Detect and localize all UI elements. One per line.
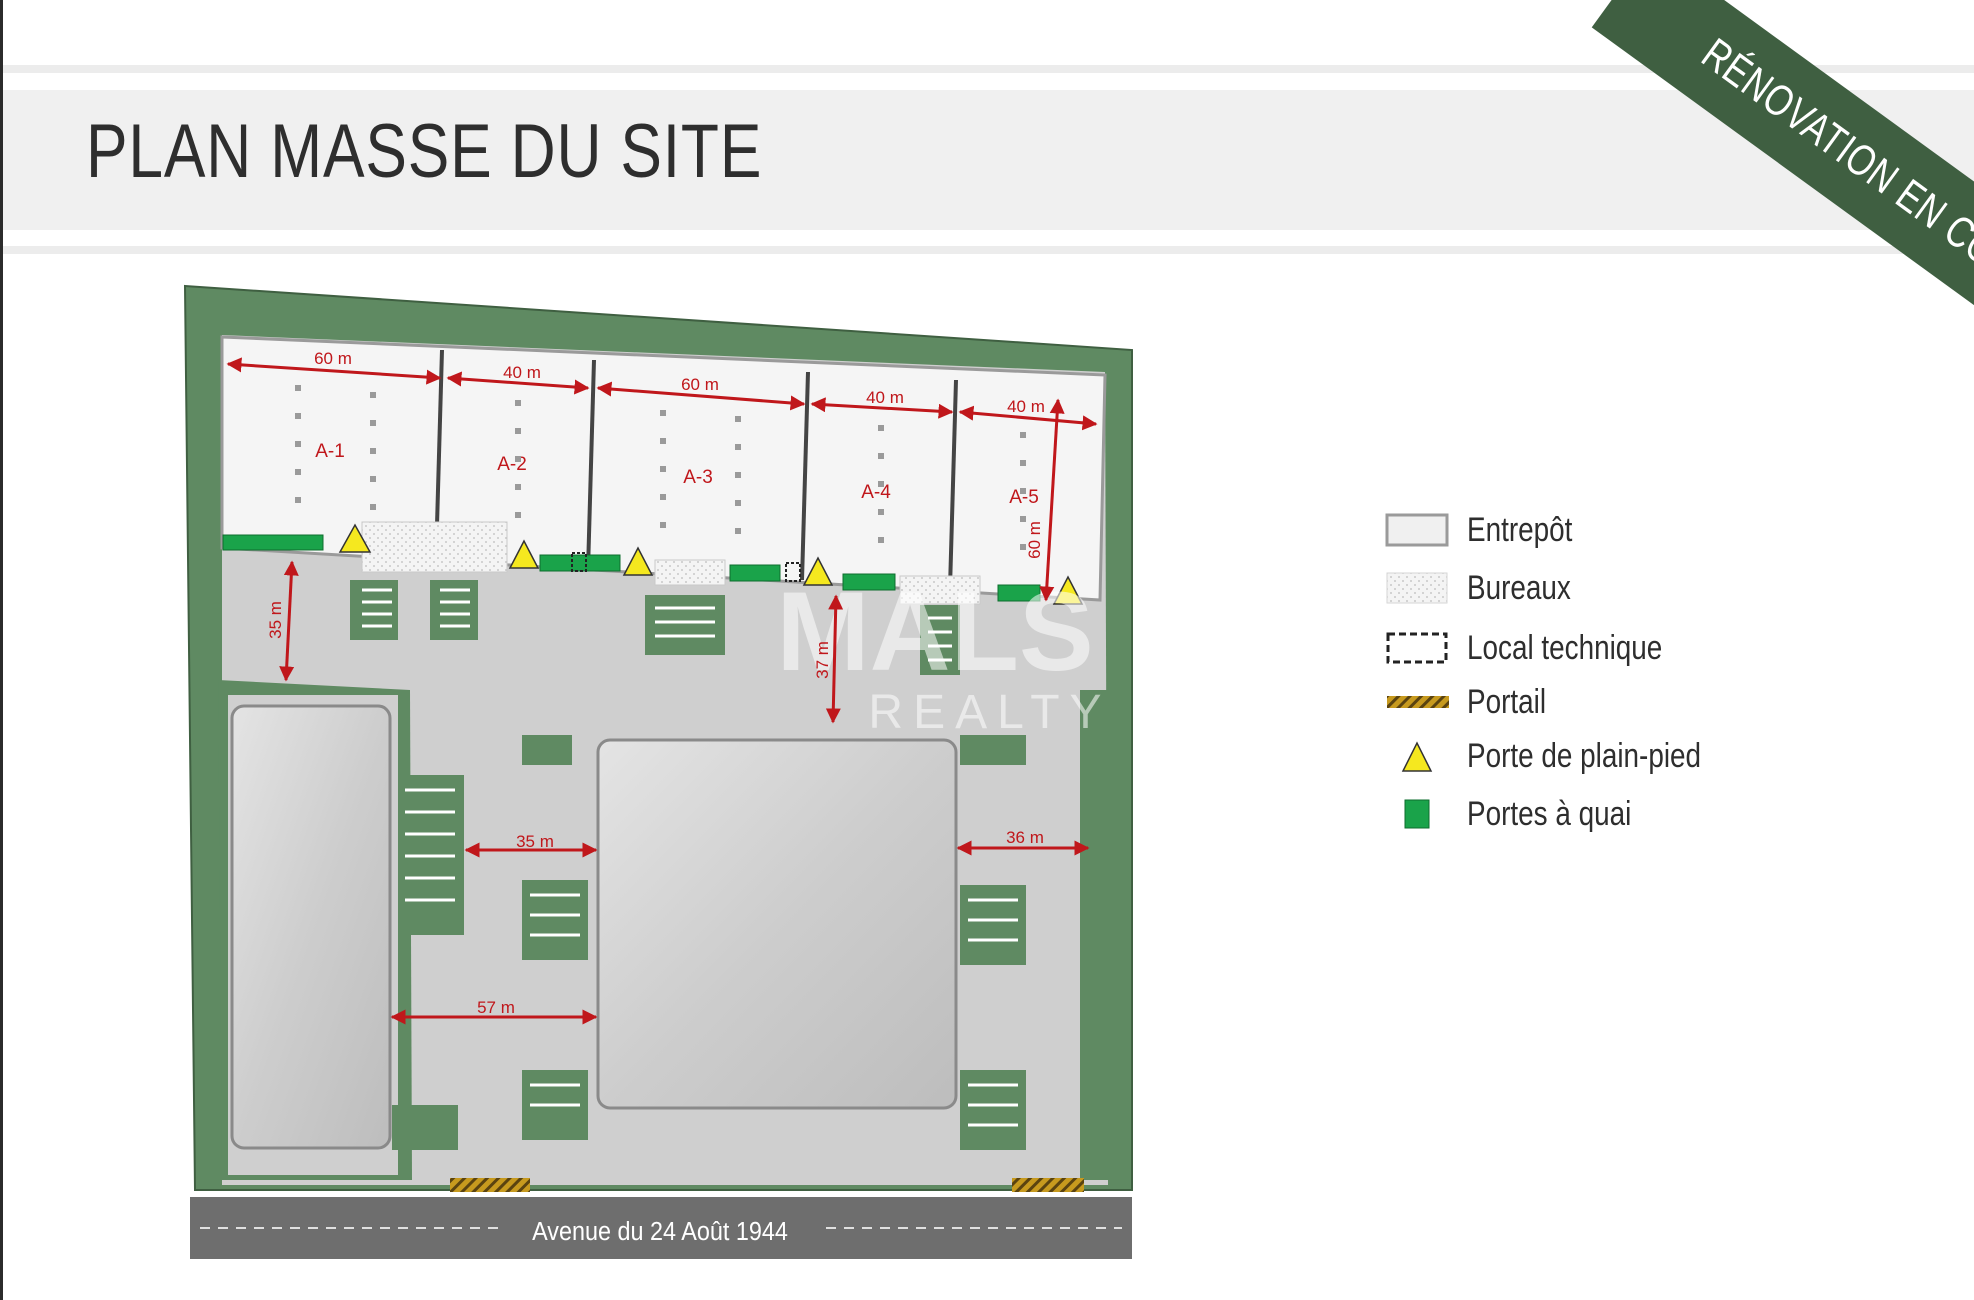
unit-label-a2: A-2 xyxy=(497,454,527,475)
legend-item-offices: Bureaux xyxy=(1385,568,1594,608)
dim-label-gap-right: 36 m xyxy=(1006,828,1044,847)
column-marker xyxy=(515,400,521,406)
dim-label-yard-center: 37 m xyxy=(813,641,832,679)
column-marker xyxy=(1020,432,1026,438)
gate xyxy=(1012,1178,1084,1192)
dim-label-a5-depth: 60 m xyxy=(1025,521,1044,559)
column-marker xyxy=(295,469,301,475)
dim-label-a4: 40 m xyxy=(866,388,904,407)
warehouse-center xyxy=(596,738,958,1110)
column-marker xyxy=(878,453,884,459)
column-marker xyxy=(660,466,666,472)
column-marker xyxy=(515,428,521,434)
dim-label-gap-between: 35 m xyxy=(516,832,554,851)
dim-label-yard-left: 35 m xyxy=(266,601,285,639)
right-green-strip xyxy=(1080,690,1108,1180)
dim-label-a2: 40 m xyxy=(503,363,541,382)
gate-swatch-icon xyxy=(1385,682,1457,722)
column-marker xyxy=(878,481,884,487)
dim-label-gap-bottom: 57 m xyxy=(477,998,515,1017)
unit-label-a3: A-3 xyxy=(683,467,713,488)
column-marker xyxy=(295,385,301,391)
technical-room-swatch-icon xyxy=(1385,628,1457,668)
legend-item-loading-dock: Portes à quai xyxy=(1385,794,1667,834)
column-marker xyxy=(370,448,376,454)
dim-label-a3: 60 m xyxy=(681,375,719,394)
column-marker xyxy=(370,392,376,398)
column-marker xyxy=(735,472,741,478)
column-marker xyxy=(878,537,884,543)
column-marker xyxy=(1020,460,1026,466)
watermark-line2: REALTY xyxy=(868,686,1111,739)
column-marker xyxy=(295,413,301,419)
gate xyxy=(450,1178,530,1192)
office-area xyxy=(361,521,508,573)
column-marker xyxy=(370,476,376,482)
column-marker xyxy=(515,484,521,490)
legend-item-ground-door: Porte de plain-pied xyxy=(1385,736,1752,776)
office-swatch-icon xyxy=(1385,568,1457,608)
ground-level-door-triangle-icon xyxy=(1385,736,1457,776)
loading-dock xyxy=(539,554,621,572)
column-marker xyxy=(735,528,741,534)
warehouse-left xyxy=(230,704,392,1150)
legend-label: Porte de plain-pied xyxy=(1467,736,1702,775)
column-marker xyxy=(660,438,666,444)
column-marker xyxy=(878,509,884,515)
legend-item-gate: Portail xyxy=(1385,682,1563,722)
column-marker xyxy=(660,410,666,416)
legend-label: Local technique xyxy=(1467,628,1663,667)
column-marker xyxy=(515,456,521,462)
column-marker xyxy=(878,425,884,431)
column-marker xyxy=(735,416,741,422)
legend-label: Portail xyxy=(1467,682,1547,721)
legend-label: Portes à quai xyxy=(1467,794,1632,833)
column-marker xyxy=(370,504,376,510)
unit-label-a4: A-4 xyxy=(861,482,891,503)
legend-label: Bureaux xyxy=(1467,568,1571,607)
office-area xyxy=(654,559,726,586)
dim-label-a5: 40 m xyxy=(1007,397,1045,416)
column-marker xyxy=(735,444,741,450)
column-marker xyxy=(1020,488,1026,494)
column-marker xyxy=(1020,516,1026,522)
legend-item-technical-room: Local technique xyxy=(1385,628,1705,668)
column-marker xyxy=(735,500,741,506)
column-marker xyxy=(515,512,521,518)
column-marker xyxy=(660,494,666,500)
legend-item-warehouse: Entrepôt xyxy=(1385,510,1596,550)
column-marker xyxy=(660,522,666,528)
legend-label: Entrepôt xyxy=(1467,510,1573,549)
street-name: Avenue du 24 Août 1944 xyxy=(532,1218,788,1246)
warehouse-swatch-icon xyxy=(1385,510,1457,550)
column-marker xyxy=(370,420,376,426)
column-marker xyxy=(295,497,301,503)
column-marker xyxy=(1020,544,1026,550)
loading-dock xyxy=(729,564,781,582)
loading-dock-square-icon xyxy=(1385,794,1457,834)
unit-label-a1: A-1 xyxy=(315,441,345,462)
loading-dock xyxy=(222,534,324,551)
column-marker xyxy=(295,441,301,447)
dim-label-a1: 60 m xyxy=(314,349,352,368)
